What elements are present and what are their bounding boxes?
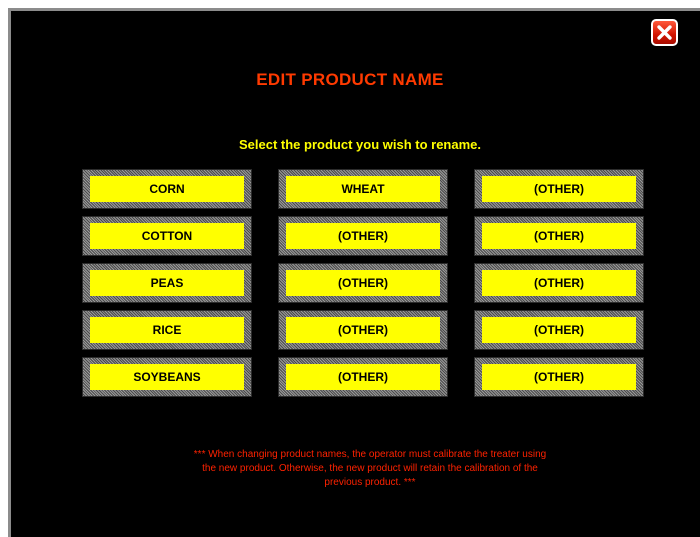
close-button[interactable] xyxy=(651,19,678,46)
product-button-other[interactable]: (OTHER) xyxy=(474,169,644,209)
product-label: (OTHER) xyxy=(482,176,636,202)
product-label: CORN xyxy=(90,176,244,202)
product-button-other[interactable]: (OTHER) xyxy=(474,216,644,256)
product-label: SOYBEANS xyxy=(90,364,244,390)
product-button-other[interactable]: (OTHER) xyxy=(474,357,644,397)
page-title: EDIT PRODUCT NAME xyxy=(256,70,444,89)
product-label: (OTHER) xyxy=(286,270,440,296)
product-button-other[interactable]: (OTHER) xyxy=(278,216,448,256)
product-button-other[interactable]: (OTHER) xyxy=(278,357,448,397)
product-label: (OTHER) xyxy=(482,223,636,249)
product-label: RICE xyxy=(90,317,244,343)
product-label: (OTHER) xyxy=(286,317,440,343)
product-button-other[interactable]: (OTHER) xyxy=(474,263,644,303)
product-button-rice[interactable]: RICE xyxy=(82,310,252,350)
close-icon xyxy=(657,25,672,40)
product-label: (OTHER) xyxy=(286,223,440,249)
product-button-other[interactable]: (OTHER) xyxy=(278,310,448,350)
product-button-corn[interactable]: CORN xyxy=(82,169,252,209)
instruction-text: Select the product you wish to rename. xyxy=(239,137,481,152)
product-button-other[interactable]: (OTHER) xyxy=(474,310,644,350)
product-label: WHEAT xyxy=(286,176,440,202)
product-button-soybeans[interactable]: SOYBEANS xyxy=(82,357,252,397)
product-button-other[interactable]: (OTHER) xyxy=(278,263,448,303)
calibration-notice: *** When changing product names, the ope… xyxy=(120,448,620,490)
product-label: (OTHER) xyxy=(482,317,636,343)
product-label: (OTHER) xyxy=(482,270,636,296)
product-button-wheat[interactable]: WHEAT xyxy=(278,169,448,209)
product-label: (OTHER) xyxy=(482,364,636,390)
product-button-peas[interactable]: PEAS xyxy=(82,263,252,303)
product-button-cotton[interactable]: COTTON xyxy=(82,216,252,256)
notice-line: the new product. Otherwise, the new prod… xyxy=(202,463,538,474)
product-label: COTTON xyxy=(90,223,244,249)
notice-line: previous product. *** xyxy=(324,477,416,488)
product-label: (OTHER) xyxy=(286,364,440,390)
product-label: PEAS xyxy=(90,270,244,296)
notice-line: *** When changing product names, the ope… xyxy=(193,449,547,460)
